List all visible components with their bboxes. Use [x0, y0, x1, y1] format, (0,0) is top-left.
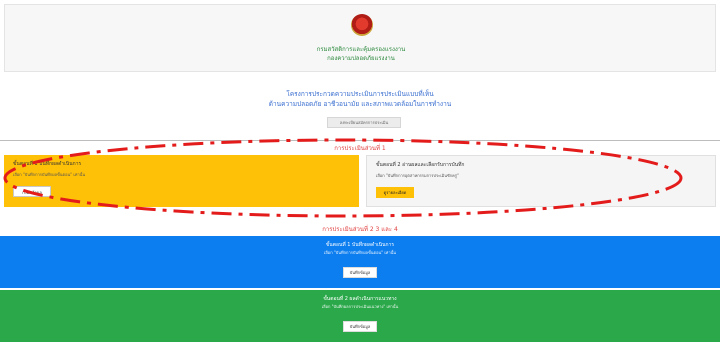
section2-title: การประเมินส่วนที่ 2 3 และ 4: [322, 226, 398, 233]
step2-button[interactable]: ดูรายละเอียด: [376, 187, 414, 198]
step1-button[interactable]: กรอกข้อมูล: [13, 186, 51, 197]
blue-step-button[interactable]: บันทึกข้อมูล: [343, 267, 377, 278]
step1-title: ขั้นตอนที่ 1 บันทึกผลดำเนินการ: [13, 161, 82, 167]
section-divider: [0, 140, 720, 141]
green-step-band: ขั้นตอนที่ 2 ผลดำเนินการแนวทาง เลือก "บั…: [0, 290, 720, 342]
step2-title: ขั้นตอนที่ 2 อ่านผลและเลือกรับการบันทึก: [376, 162, 465, 168]
org-name-line1: กรมสวัสดิการและคุ้มครองแรงงาน: [316, 46, 406, 53]
green-step-title: ขั้นตอนที่ 2 ผลดำเนินการแนวทาง: [323, 296, 397, 302]
green-step-subtitle: เลือก "บันทึกผลการประเมินแนวทาง" เท่านั้…: [321, 304, 399, 309]
step1-subtitle: เลือก "บันทึกการบันทึกผลขั้นตอน" เท่านั้…: [13, 172, 86, 177]
project-title-line2: ด้านความปลอดภัย อาชีวอนามัย และสภาพแวดล้…: [268, 100, 452, 108]
blue-step-title: ขั้นตอนที่ 1 บันทึกผลดำเนินการ: [325, 242, 395, 248]
register-button[interactable]: ลงทะเบียนสมัครการประเมิน: [327, 117, 401, 128]
header: กรมสวัสดิการและคุ้มครองแรงงาน กองความปลอ…: [4, 4, 716, 72]
department-seal-icon: [351, 14, 373, 36]
section1-title: การประเมินส่วนที่ 1: [334, 145, 386, 152]
blue-step-band: ขั้นตอนที่ 1 บันทึกผลดำเนินการ เลือก "บั…: [0, 236, 720, 288]
project-title-line1: โครงการประกวดความประเมินการประเมินแบบที่…: [286, 90, 434, 98]
org-name-line2: กองความปลอดภัยแรงงาน: [327, 55, 395, 62]
green-step-button[interactable]: บันทึกข้อมูล: [343, 321, 377, 332]
blue-step-subtitle: เลือก "บันทึกการบันทึกผลขั้นตอน" เท่านั้…: [323, 250, 397, 255]
page: กรมสวัสดิการและคุ้มครองแรงงาน กองความปลอ…: [0, 0, 720, 348]
step2-card: ขั้นตอนที่ 2 อ่านผลและเลือกรับการบันทึก …: [366, 155, 716, 207]
step2-subtitle: เลือก "บันทึกการอุตสาหกรรมการประเมินซักค…: [376, 173, 459, 178]
step1-card: ขั้นตอนที่ 1 บันทึกผลดำเนินการ เลือก "บั…: [4, 155, 359, 207]
